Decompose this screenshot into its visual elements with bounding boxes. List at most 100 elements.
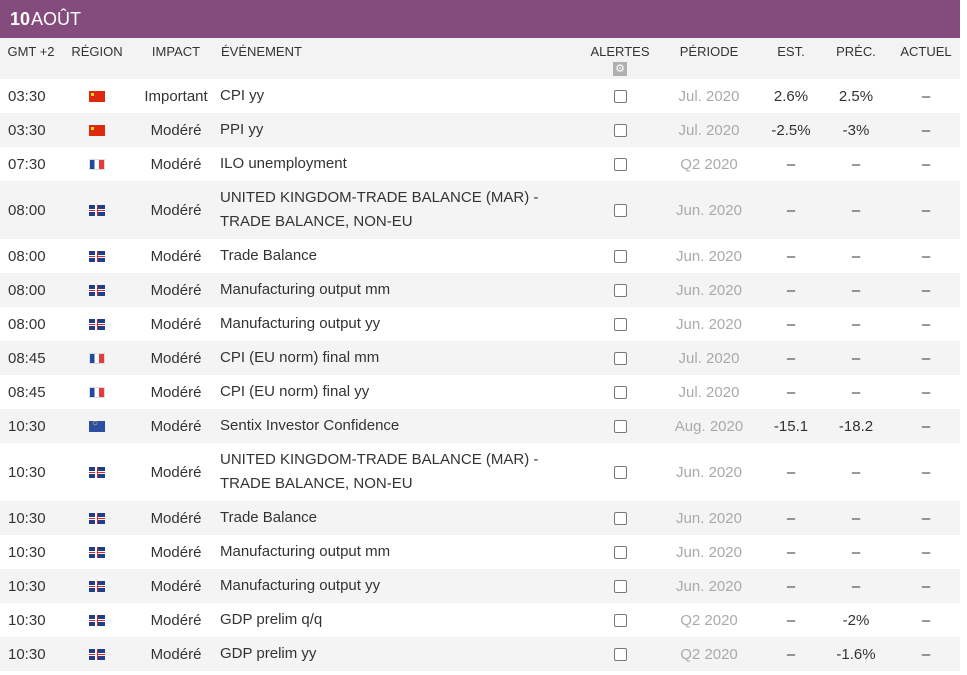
alert-cell — [584, 307, 656, 341]
event-name[interactable]: ILO unemployment — [220, 147, 584, 181]
uk-flag-icon — [89, 649, 105, 661]
table-row[interactable]: 10:30 Modéré GDP prelim q/q Q2 2020 – -2… — [0, 603, 960, 637]
alert-checkbox[interactable] — [613, 158, 627, 172]
impact-level: Modéré — [150, 645, 202, 663]
event-period: Jun. 2020 — [676, 281, 742, 299]
alert-checkbox[interactable] — [613, 512, 627, 526]
col-alerts: ALERTES ⚙ — [584, 38, 656, 79]
table-header-row: GMT +2 RÉGION IMPACT ÉVÉNEMENT ALERTES ⚙… — [0, 38, 960, 79]
alert-cell — [584, 375, 656, 409]
event-name[interactable]: Manufacturing output mm — [220, 535, 584, 569]
col-alerts-label: ALERTES — [590, 44, 650, 59]
date-month: AOÛT — [31, 8, 82, 29]
estimate-value: -2.5% — [771, 121, 811, 139]
event-time: 10:30 — [8, 509, 46, 527]
actual-value: – — [921, 417, 931, 435]
event-name[interactable]: UNITED KINGDOM-TRADE BALANCE (MAR) - TRA… — [220, 181, 584, 239]
event-name[interactable]: Manufacturing output yy — [220, 307, 584, 341]
eu-flag-icon — [89, 421, 105, 433]
alert-cell — [584, 637, 656, 671]
table-row[interactable]: 07:30 Modéré ILO unemployment Q2 2020 – … — [0, 147, 960, 181]
table-row[interactable]: 08:00 Modéré Trade Balance Jun. 2020 – –… — [0, 239, 960, 273]
china-flag-icon — [89, 125, 105, 137]
estimate-value: -15.1 — [773, 417, 809, 435]
alert-checkbox[interactable] — [613, 546, 627, 560]
col-impact[interactable]: IMPACT — [132, 38, 220, 79]
table-row[interactable]: 10:30 Modéré Manufacturing output yy Jun… — [0, 569, 960, 603]
previous-value: – — [851, 509, 861, 527]
col-time[interactable]: GMT +2 — [0, 38, 62, 79]
estimate-value: – — [786, 201, 796, 219]
table-row[interactable]: 10:30 Modéré UNITED KINGDOM-TRADE BALANC… — [0, 443, 960, 501]
impact-level: Modéré — [150, 201, 202, 219]
event-name[interactable]: PPI yy — [220, 113, 584, 147]
event-name[interactable]: Manufacturing output mm — [220, 273, 584, 307]
event-name[interactable]: Trade Balance — [220, 239, 584, 273]
col-event[interactable]: ÉVÉNEMENT — [220, 38, 584, 79]
actual-value: – — [921, 121, 931, 139]
event-time: 10:30 — [8, 463, 46, 481]
col-region[interactable]: RÉGION — [62, 38, 132, 79]
event-name[interactable]: CPI (EU norm) final yy — [220, 375, 584, 409]
col-est[interactable]: EST. — [762, 38, 820, 79]
alert-checkbox[interactable] — [613, 386, 627, 400]
previous-value: – — [851, 281, 861, 299]
alert-checkbox[interactable] — [613, 90, 627, 104]
event-name[interactable]: Sentix Investor Confidence — [220, 409, 584, 443]
table-row[interactable]: 10:30 Modéré Sentix Investor Confidence … — [0, 409, 960, 443]
table-row[interactable]: 08:45 Modéré CPI (EU norm) final yy Jul.… — [0, 375, 960, 409]
alert-checkbox[interactable] — [613, 614, 627, 628]
alert-checkbox[interactable] — [613, 648, 627, 662]
table-row[interactable]: 10:30 Modéré Manufacturing output mm Jun… — [0, 535, 960, 569]
table-row[interactable]: 08:00 Modéré UNITED KINGDOM-TRADE BALANC… — [0, 181, 960, 239]
estimate-value: – — [786, 315, 796, 333]
uk-flag-icon — [89, 251, 105, 263]
alert-checkbox[interactable] — [613, 124, 627, 138]
table-row[interactable]: 10:30 Modéré Trade Balance Jun. 2020 – –… — [0, 501, 960, 535]
table-row[interactable]: 03:30 Modéré PPI yy Jul. 2020 -2.5% -3% … — [0, 113, 960, 147]
alert-checkbox[interactable] — [613, 352, 627, 366]
region-cell — [62, 375, 132, 409]
uk-flag-icon — [89, 581, 105, 593]
china-flag-icon — [89, 91, 105, 103]
col-prev[interactable]: PRÉC. — [820, 38, 892, 79]
event-name[interactable]: UNITED KINGDOM-TRADE BALANCE (MAR) - TRA… — [220, 443, 584, 501]
region-cell — [62, 443, 132, 501]
event-name[interactable]: Manufacturing output yy — [220, 569, 584, 603]
event-time: 08:00 — [8, 281, 46, 299]
event-name[interactable]: CPI yy — [220, 79, 584, 113]
event-period: Jul. 2020 — [678, 349, 740, 367]
previous-value: – — [851, 463, 861, 481]
alert-checkbox[interactable] — [613, 318, 627, 332]
table-row[interactable]: 10:30 Modéré GDP prelim yy Q2 2020 – -1.… — [0, 637, 960, 671]
alert-cell — [584, 341, 656, 375]
col-period[interactable]: PÉRIODE — [656, 38, 762, 79]
france-flag-icon — [89, 387, 105, 399]
alert-checkbox[interactable] — [613, 250, 627, 264]
estimate-value: 2.6% — [773, 87, 809, 105]
event-name[interactable]: GDP prelim yy — [220, 637, 584, 671]
alert-checkbox[interactable] — [613, 204, 627, 218]
event-period: Jun. 2020 — [676, 543, 742, 561]
event-period: Q2 2020 — [680, 611, 738, 629]
estimate-value: – — [786, 349, 796, 367]
region-cell — [62, 181, 132, 239]
event-period: Q2 2020 — [680, 155, 738, 173]
event-period: Aug. 2020 — [674, 417, 744, 435]
alert-cell — [584, 603, 656, 637]
alert-checkbox[interactable] — [613, 420, 627, 434]
event-name[interactable]: GDP prelim q/q — [220, 603, 584, 637]
table-row[interactable]: 08:00 Modéré Manufacturing output mm Jun… — [0, 273, 960, 307]
alert-checkbox[interactable] — [613, 580, 627, 594]
table-row[interactable]: 03:30 Important CPI yy Jul. 2020 2.6% 2.… — [0, 79, 960, 113]
col-actual[interactable]: ACTUEL — [892, 38, 960, 79]
event-name[interactable]: CPI (EU norm) final mm — [220, 341, 584, 375]
event-name[interactable]: Trade Balance — [220, 501, 584, 535]
table-row[interactable]: 08:45 Modéré CPI (EU norm) final mm Jul.… — [0, 341, 960, 375]
alert-checkbox[interactable] — [613, 284, 627, 298]
gear-icon[interactable]: ⚙ — [613, 62, 627, 76]
alert-checkbox[interactable] — [613, 466, 627, 480]
impact-level: Important — [144, 87, 208, 105]
alert-cell — [584, 409, 656, 443]
table-row[interactable]: 08:00 Modéré Manufacturing output yy Jun… — [0, 307, 960, 341]
